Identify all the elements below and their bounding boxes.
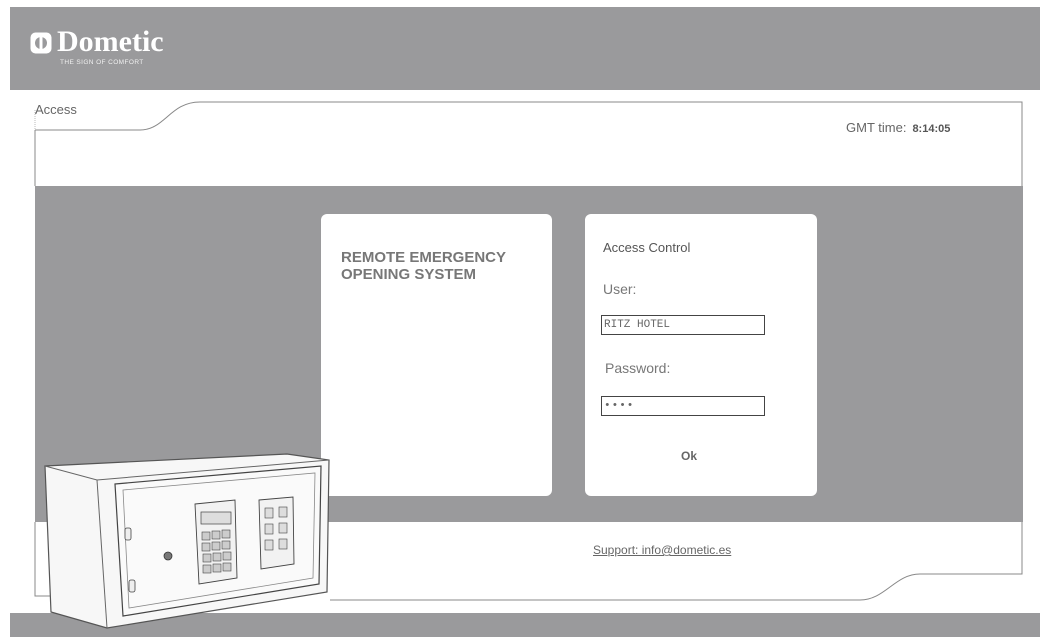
safe-illustration [44,453,330,629]
password-label: Password: [605,360,671,376]
system-title-card: REMOTE EMERGENCY OPENING SYSTEM [321,214,552,496]
gmt-clock: GMT time: 8:14:05 [846,120,950,135]
password-input[interactable] [601,396,765,416]
access-control-title: Access Control [603,240,691,255]
ok-button[interactable]: Ok [681,449,697,463]
user-label: User: [603,281,637,297]
support-email-link[interactable]: Support: info@dometic.es [593,543,731,557]
gmt-time: 8:14:05 [912,123,951,135]
access-control-card: Access Control User: Password: Ok [585,214,817,496]
system-title: REMOTE EMERGENCY OPENING SYSTEM [341,249,506,283]
gmt-label: GMT time: [846,120,907,135]
user-input[interactable] [601,315,765,335]
tab-access[interactable]: Access [35,102,77,117]
